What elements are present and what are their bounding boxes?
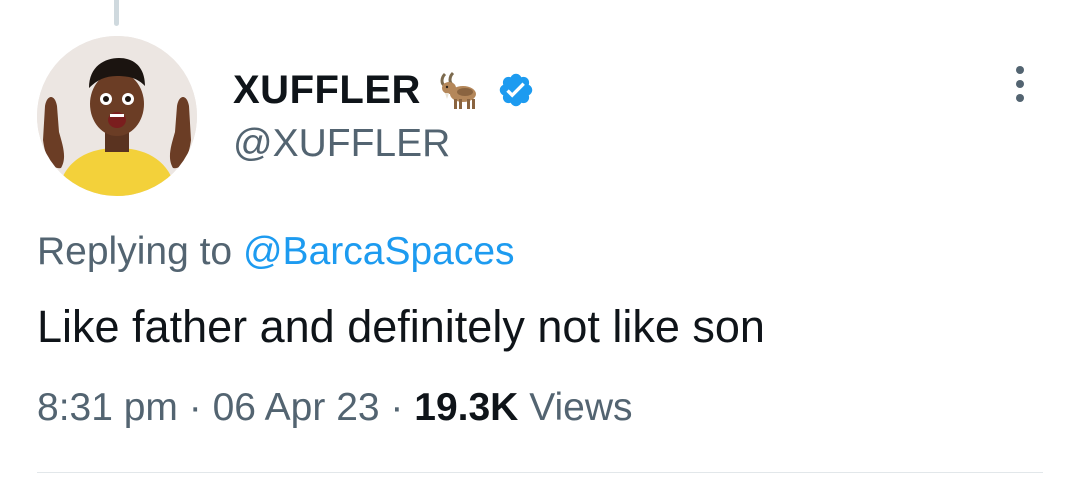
replying-to-prefix: Replying to (37, 230, 233, 273)
divider (37, 472, 1043, 473)
tweet-time-link[interactable]: 8:31 pm (37, 386, 178, 429)
author-display-name[interactable]: XUFFLER (233, 68, 421, 113)
replying-to-line: Replying to @BarcaSpaces (37, 230, 515, 274)
meta-separator: · (390, 386, 404, 429)
thread-connector-line (114, 0, 119, 26)
replying-to-mention-link[interactable]: @BarcaSpaces (243, 230, 515, 273)
more-options-icon[interactable] (1006, 62, 1034, 106)
avatar-image (37, 36, 197, 196)
tweet-meta: 8:31 pm · 06 Apr 23 · 19.3K Views (37, 386, 633, 430)
goat-emoji-icon (435, 68, 479, 112)
meta-separator: · (188, 386, 202, 429)
tweet-date-link[interactable]: 06 Apr 23 (213, 386, 380, 429)
avatar[interactable] (37, 36, 197, 196)
tweet-text: Like father and definitely not like son (37, 301, 765, 352)
views-count: 19.3K (414, 386, 519, 429)
author-handle[interactable]: @XUFFLER (233, 122, 450, 166)
views-label: Views (529, 386, 633, 429)
author-name-row: XUFFLER (233, 62, 535, 118)
verified-badge-icon[interactable] (497, 71, 535, 109)
